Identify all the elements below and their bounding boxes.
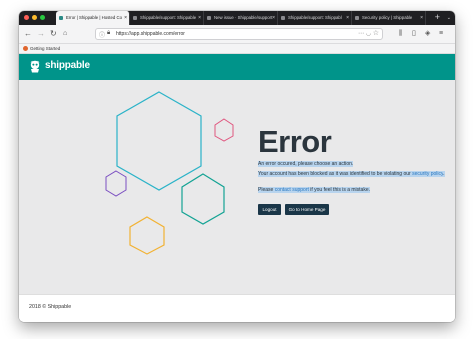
github-favicon-icon (207, 16, 211, 20)
home-icon[interactable]: ⌂ (63, 29, 67, 39)
shippable-favicon-icon (59, 16, 63, 20)
security-policy-link[interactable]: security policy (412, 171, 444, 177)
close-tab-icon[interactable]: × (198, 11, 201, 25)
pocket-icon[interactable]: ◡ (366, 30, 371, 37)
go-to-home-button[interactable]: Go to Home Page (285, 204, 329, 215)
page-actions-icon[interactable]: ⋯ (358, 30, 364, 37)
tab-github-support-2[interactable]: Shippable/support: Shippabl × (278, 11, 352, 25)
minimize-window-button[interactable] (32, 15, 37, 20)
url-text[interactable]: https://app.shippable.com/error (116, 29, 185, 39)
orange-hexagon (129, 216, 165, 255)
library-icon[interactable]: ⫼ (399, 29, 402, 39)
page-footer: 2018 © Shippable (19, 294, 455, 322)
back-icon[interactable]: ← (24, 29, 32, 39)
bookmark-getting-started[interactable]: Getting Started (30, 44, 60, 54)
tab-label: Error | Shippable | Hosted Co (66, 15, 122, 20)
shippable-logo-text[interactable]: shippable (45, 59, 90, 73)
github-favicon-icon (281, 16, 285, 20)
firefox-icon (23, 46, 28, 51)
close-tab-icon[interactable]: × (124, 11, 127, 25)
reload-icon[interactable]: ↻ (50, 29, 57, 39)
window-controls (24, 15, 45, 20)
info-icon[interactable]: ⓘ (99, 30, 105, 39)
github-favicon-icon (133, 16, 137, 20)
close-window-button[interactable] (24, 15, 29, 20)
browser-window: Error | Shippable | Hosted Co × Shippabl… (19, 11, 455, 322)
error-intro-text: An error occured, please choose an actio… (258, 161, 354, 167)
forward-icon[interactable]: → (37, 29, 45, 39)
small-pink-hexagon (214, 118, 234, 142)
tab-new-issue[interactable]: New issue · Shippable/support × (204, 11, 278, 25)
tab-label: Shippable/support: Shippabl (288, 15, 342, 20)
logout-button[interactable]: Logout (258, 204, 281, 215)
purple-hexagon (105, 170, 127, 197)
tab-bar: Error | Shippable | Hosted Co × Shippabl… (19, 11, 455, 25)
hexagon-illustration (105, 91, 234, 255)
tab-security-policy[interactable]: Security policy | Shippable × (352, 11, 426, 25)
shippable-favicon-icon (355, 16, 359, 20)
close-tab-icon[interactable]: × (420, 11, 423, 25)
tab-github-support[interactable]: Shippable/support: Shippable × (130, 11, 204, 25)
new-tab-button[interactable]: + (435, 11, 440, 25)
shippable-logo-icon[interactable] (29, 60, 41, 73)
tab-label: Shippable/support: Shippable (140, 15, 197, 20)
app-header: shippable (19, 54, 455, 80)
navigation-toolbar: ← → ↻ ⌂ ⓘ 🔒︎ https://app.shippable.com/e… (19, 25, 455, 44)
large-hexagon (116, 91, 202, 191)
teal-hexagon (181, 173, 225, 225)
menu-icon[interactable]: ≡ (439, 29, 443, 39)
footer-copyright: 2018 © Shippable (29, 304, 72, 310)
sidebar-icon[interactable]: ▯ (412, 29, 416, 39)
close-tab-icon[interactable]: × (346, 11, 349, 25)
star-icon[interactable]: ☆ (373, 29, 379, 37)
tab-label: Security policy | Shippable (362, 15, 413, 20)
extension-icon[interactable]: ◈ (425, 29, 430, 39)
tab-list-icon[interactable]: ⌄ (447, 11, 451, 25)
contact-message: Please contact support if you feel this … (258, 187, 371, 193)
contact-support-link[interactable]: contact support (274, 187, 309, 193)
blocked-message: Your account has been blocked as it was … (258, 171, 445, 177)
lock-icon[interactable]: 🔒︎ (107, 30, 110, 37)
close-tab-icon[interactable]: × (272, 11, 275, 25)
address-bar[interactable]: ⓘ 🔒︎ https://app.shippable.com/error ⋯ ◡… (95, 28, 383, 40)
tab-error-shippable[interactable]: Error | Shippable | Hosted Co × (56, 11, 130, 25)
error-page-content: Error An error occured, please choose an… (19, 80, 455, 294)
bookmarks-bar: Getting Started (19, 44, 455, 54)
tab-label: New issue · Shippable/support (214, 15, 273, 20)
error-heading: Error (258, 124, 332, 159)
maximize-window-button[interactable] (40, 15, 45, 20)
